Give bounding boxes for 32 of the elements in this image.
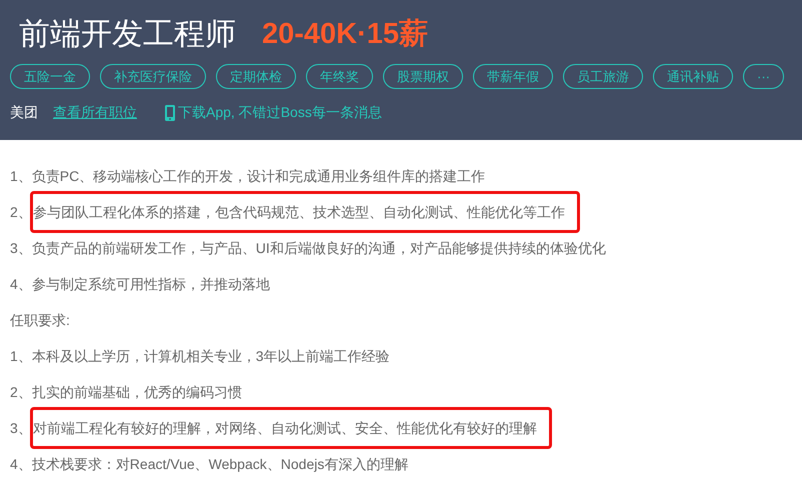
benefit-tag: 补充医疗保险 xyxy=(100,64,206,89)
list-number: 3、 xyxy=(10,418,32,438)
list-number: 2、 xyxy=(10,382,32,402)
benefit-tag: 五险一金 xyxy=(10,64,90,89)
requirement-text: 本科及以上学历，计算机相关专业，3年以上前端工作经验 xyxy=(32,347,390,366)
benefit-tag: 带薪年假 xyxy=(473,64,553,89)
requirement-text: 负责PC、移动端核心工作的开发，设计和完成通用业务组件库的搭建工作 xyxy=(32,167,486,186)
highlighted-requirement: 对前端工程化有较好的理解，对网络、自动化测试、安全、性能优化有较好的理解 xyxy=(30,407,552,449)
salary: 20-40K·15薪 xyxy=(262,17,428,52)
requirement-text: 技术栈要求：对React/Vue、Webpack、Nodejs有深入的理解 xyxy=(32,455,408,474)
company-name: 美团 xyxy=(10,103,38,122)
list-number: 1、 xyxy=(10,166,32,186)
list-number: 3、 xyxy=(10,238,32,258)
benefit-tag: 年终奖 xyxy=(306,64,373,89)
benefit-tag: 通讯补贴 xyxy=(653,64,733,89)
app-download-promo[interactable]: 下载App, 不错过Boss每一条消息 xyxy=(178,102,382,123)
list-number: 4、 xyxy=(10,274,32,294)
highlighted-requirement: 参与团队工程化体系的搭建，包含代码规范、技术选型、自动化测试、性能优化等工作 xyxy=(30,191,580,233)
requirement-text: 扎实的前端基础，优秀的编码习惯 xyxy=(32,383,242,402)
benefit-tag: 员工旅游 xyxy=(563,64,643,89)
benefit-tag: 定期体检 xyxy=(216,64,296,89)
requirement-text: 负责产品的前端研发工作，与产品、UI和后端做良好的沟通，对产品能够提供持续的体验优化 xyxy=(32,239,606,258)
all-jobs-link[interactable]: 查看所有职位 xyxy=(53,102,137,123)
requirement-text: 参与制定系统可用性指标，并推动落地 xyxy=(32,275,270,294)
job-title: 前端开发工程师 xyxy=(19,15,236,53)
phone-icon xyxy=(165,104,175,120)
list-number: 2、 xyxy=(10,202,32,222)
benefit-tag: ··· xyxy=(743,64,784,89)
list-number: 1、 xyxy=(10,346,32,366)
list-number: 4、 xyxy=(10,454,32,474)
section-heading: 任职要求: xyxy=(10,310,70,330)
benefit-tag: 股票期权 xyxy=(383,64,463,89)
